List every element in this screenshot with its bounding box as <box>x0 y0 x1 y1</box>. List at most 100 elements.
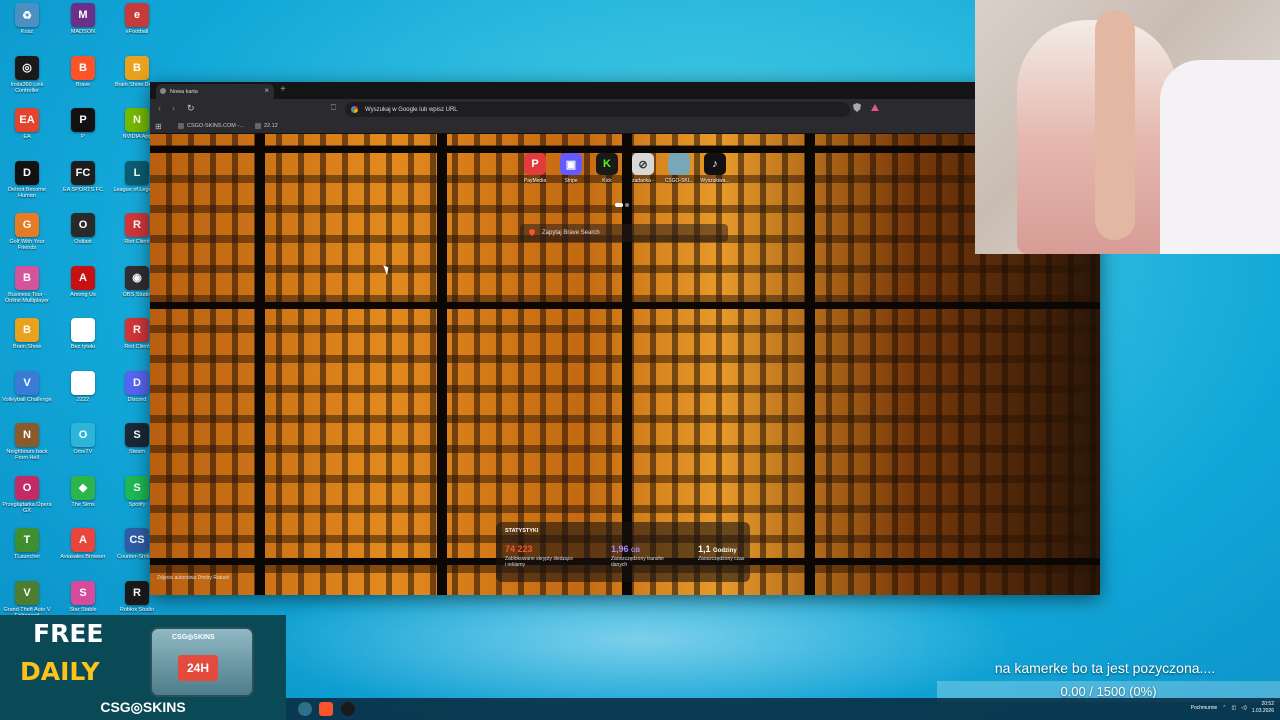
promo-chest: CSG◎SKINS 24H <box>150 627 254 697</box>
window-frame-divider <box>255 134 265 595</box>
address-bar[interactable]: Wyszukaj w Google lub wpisz URL <box>345 102 850 117</box>
app-icon: e <box>125 3 149 27</box>
system-tray: Pochmurnie ⌃ ◫ ◁) 20:52 1.03.2026 <box>1191 701 1274 715</box>
desktop-icon[interactable]: N Neighbours back From Hell <box>0 423 54 473</box>
desktop-icon-label: EA SPORTS FC <box>63 186 103 193</box>
desktop-icon[interactable]: e eFootball <box>110 3 164 53</box>
site-favicon-icon: K <box>596 153 618 175</box>
brave-search-input[interactable]: Zapytaj Brave Search <box>520 224 728 242</box>
new-tab-plus-icon[interactable]: + <box>280 84 286 95</box>
desktop-icon[interactable]: B Brain Show <box>0 318 54 368</box>
desktop-icon[interactable]: A Aviasales Browser <box>56 528 110 578</box>
desktop-icon[interactable]: O Przeglądarka Opera GX <box>0 475 54 526</box>
back-arrow-icon[interactable]: ‹ <box>158 103 161 113</box>
desktop-icon[interactable]: EA EA <box>0 108 54 158</box>
desktop-icon-label: Przeglądarka Opera GX <box>2 501 52 514</box>
desktop-icon-label: 2222 <box>76 396 90 403</box>
desktop-icon[interactable]: 2222 <box>56 370 110 421</box>
clock[interactable]: 20:52 1.03.2026 <box>1252 701 1274 715</box>
close-icon[interactable]: × <box>264 86 269 95</box>
stats-widget: STATYSTYKI 74 223 Zablokowane skrypty śl… <box>496 522 750 582</box>
app-icon: ◎ <box>15 55 39 80</box>
desktop-icon-label: MADSON <box>70 29 96 35</box>
promo-daily-text: DAILY <box>20 657 100 686</box>
desktop-icon[interactable]: T TLauncher <box>0 528 54 578</box>
desktop-icon[interactable]: G Golf With Your Friends <box>0 213 54 263</box>
site-favicon-icon: ⊘ <box>632 153 654 175</box>
mouse-cursor-icon <box>383 263 391 276</box>
brave-taskbar-icon[interactable] <box>319 702 333 716</box>
browser-window: Nowa karta × + ‹ › ↻ ⎕ Wyszukaj w Google… <box>150 82 1100 595</box>
site-favicon-icon: P <box>524 153 546 175</box>
app-icon: A <box>71 265 95 290</box>
stat-trackers: 74 223 Zablokowane skrypty śledzące i re… <box>505 544 575 568</box>
photo-credit[interactable]: Zdjęcie autorstwa Dmitry Ratush <box>157 575 229 581</box>
brave-shields-icon[interactable] <box>853 103 861 112</box>
app-icon: ♻ <box>15 3 39 27</box>
desktop-icon[interactable]: ♻ Kosz <box>0 3 54 53</box>
tab-favicon-icon <box>160 88 166 94</box>
top-site-shortcut[interactable]: ⊘ zadanka - <box>626 153 660 193</box>
desktop-icon[interactable]: M MADSON <box>56 3 110 53</box>
app-icon: R <box>125 318 149 342</box>
weather-text[interactable]: Pochmurnie <box>1191 705 1218 711</box>
desktop-icon[interactable]: O Outlast <box>56 213 110 263</box>
stat-value: 1,1 Godziny <box>698 544 768 554</box>
bookmark-icon[interactable]: ⎕ <box>331 103 336 113</box>
clock-date: 1.03.2026 <box>1251 708 1274 714</box>
desktop-icon[interactable]: V Volleyball Challenge <box>0 370 54 421</box>
person <box>1160 60 1280 254</box>
desktop-icon[interactable]: D Detroit Become Human <box>0 160 54 211</box>
bookmark-22-12[interactable]: 22.12 <box>255 123 278 129</box>
desktop-icon-label: Outlast <box>74 239 92 245</box>
top-sites-pager <box>615 203 629 207</box>
app-icon: B <box>15 265 39 290</box>
desktop-icon[interactable]: Bez tytułu <box>56 318 110 368</box>
app-icon: P <box>71 108 95 132</box>
brave-rewards-icon[interactable] <box>871 104 879 111</box>
desktop-icon-label: EA <box>23 134 31 140</box>
desktop-icon-label: Aviasales Browser <box>60 554 106 560</box>
desktop-icon[interactable]: ◆ The Sims <box>56 475 110 526</box>
bookmarks-bar: ⊞ CSGO-SKINS.COM -... 22.12 <box>150 120 1100 134</box>
donation-goal-text: 0.00 / 1500 (0%) <box>1060 684 1157 699</box>
top-site-shortcut[interactable]: CSGO-SKI... <box>662 153 696 193</box>
apps-grid-icon[interactable]: ⊞ <box>155 122 162 131</box>
desktop-icon[interactable]: B Business Tour - Online Multiplayer <box>0 265 54 316</box>
top-sites-shortcuts: P PayMedia ▣ Stripe K Kick ⊘ zadanka - CSGO-SKI.… <box>518 153 734 193</box>
chrome-taskbar-icon[interactable] <box>298 702 312 716</box>
top-site-shortcut[interactable]: ▣ Stripe <box>554 153 588 193</box>
pager-dot[interactable] <box>625 203 629 207</box>
desktop-icon[interactable]: B Brave <box>56 55 110 106</box>
desktop-icon[interactable]: ◎ Insta360 Link Controller <box>0 55 54 106</box>
app-icon: G <box>15 213 39 237</box>
desktop-icon-label: Kosz <box>20 29 34 35</box>
top-site-shortcut[interactable]: K Kick <box>590 153 624 193</box>
pager-dot-active[interactable] <box>615 203 623 207</box>
window-frame-divider <box>805 134 815 595</box>
top-site-shortcut[interactable]: ♪ Wyszukiwa... <box>698 153 732 193</box>
desktop-icon-label: Insta360 Link Controller <box>10 81 44 94</box>
volume-icon[interactable]: ◁) <box>1241 705 1247 711</box>
desktop-icon[interactable]: FC EA SPORTS FC <box>56 160 110 211</box>
app-icon: V <box>15 580 39 605</box>
tab-title: Nowa karta <box>170 88 198 95</box>
window-frame-divider <box>150 302 1100 309</box>
desktop-icon[interactable]: A Among Us <box>56 265 110 316</box>
top-site-shortcut[interactable]: P PayMedia <box>518 153 552 193</box>
app-icon <box>71 370 95 395</box>
app-icon: R <box>125 213 149 237</box>
chevron-up-icon[interactable]: ⌃ <box>1222 705 1226 711</box>
reload-icon[interactable]: ↻ <box>187 103 195 114</box>
bookmark-csgo-skins[interactable]: CSGO-SKINS.COM -... <box>178 123 244 129</box>
forward-arrow-icon[interactable]: › <box>172 103 175 113</box>
desktop-icon-label: Volleyball Challenge <box>2 396 52 403</box>
desktop-icon[interactable]: O OmeTV <box>56 423 110 473</box>
tab-new-tab[interactable]: Nowa karta × <box>156 84 274 99</box>
insta360-taskbar-icon[interactable] <box>341 702 355 716</box>
top-site-label: Stripe <box>564 178 578 184</box>
network-icon[interactable]: ◫ <box>1232 705 1237 711</box>
desktop-icon-label: Bez tytułu <box>70 344 96 350</box>
desktop-icon[interactable]: PP <box>56 108 110 158</box>
stat-unit: Godziny <box>713 548 737 554</box>
